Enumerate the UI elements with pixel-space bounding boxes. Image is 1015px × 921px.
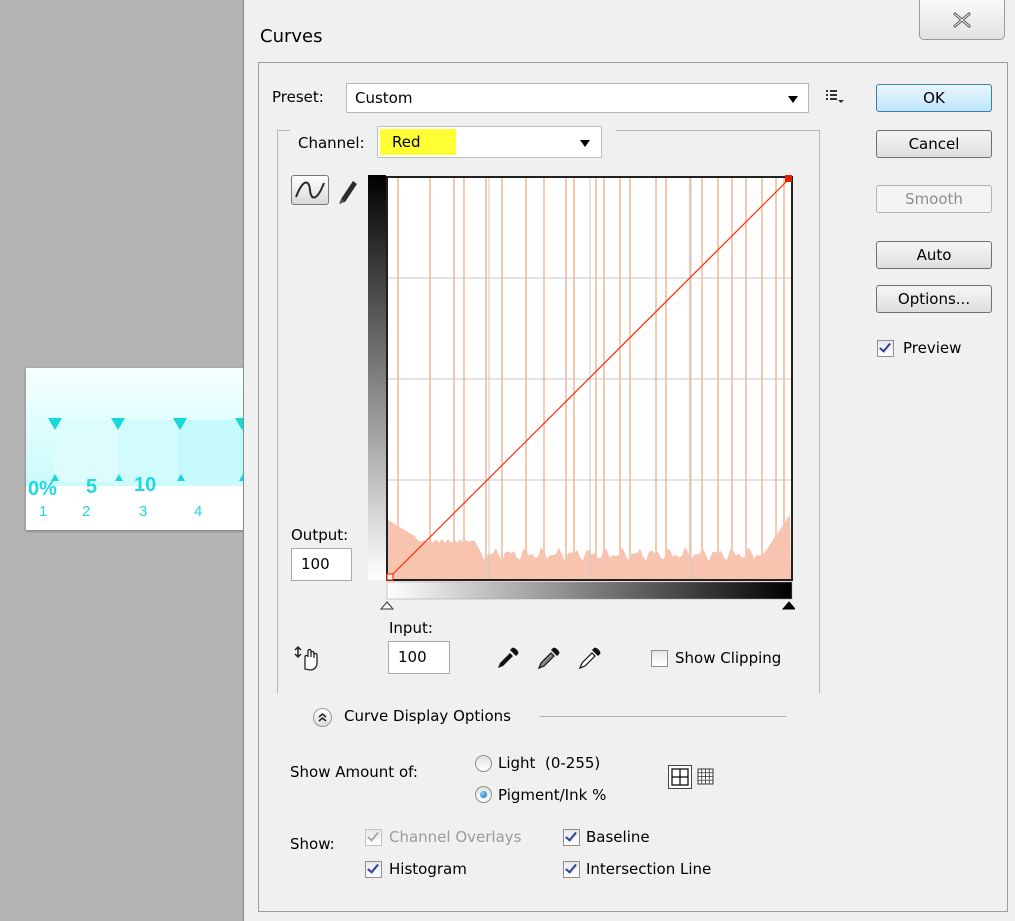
intersection-line-checkbox[interactable] [563, 861, 580, 878]
cancel-button[interactable]: Cancel [876, 130, 992, 158]
cancel-button-label: Cancel [908, 135, 960, 153]
auto-button[interactable]: Auto [876, 241, 992, 269]
index-label: 2 [82, 503, 91, 520]
options-button[interactable]: Options... [876, 285, 992, 313]
chevron-down-icon [788, 96, 798, 103]
ok-button[interactable]: OK [876, 84, 992, 112]
grid-4x4-icon [671, 768, 689, 786]
grid-10x10-icon[interactable] [696, 767, 716, 787]
close-x-icon [953, 12, 971, 27]
show-label: Show: [290, 835, 335, 853]
show-clipping-label: Show Clipping [675, 649, 782, 667]
dialog-title: Curves [260, 26, 323, 47]
input-gradient-bar [386, 581, 793, 600]
channel-label: Channel: [298, 134, 365, 152]
swatch-1 [54, 420, 118, 482]
black-eyedropper-icon[interactable] [496, 646, 520, 670]
marker-up-icon [115, 474, 123, 481]
show-clipping-checkbox[interactable] [651, 650, 668, 667]
preview-label: Preview [903, 339, 962, 357]
input-field[interactable]: 100 [388, 641, 450, 674]
input-label: Input: [389, 619, 433, 637]
preset-label: Preset: [272, 88, 324, 106]
channel-value: Red [392, 133, 421, 151]
collapse-toggle[interactable] [313, 708, 332, 727]
curve-endpoint-black[interactable] [386, 573, 394, 581]
swatch-2 [118, 420, 178, 482]
output-value: 100 [301, 555, 330, 573]
options-button-label: Options... [897, 290, 971, 308]
swatch-3 [178, 420, 240, 482]
preview-checkbox[interactable] [877, 340, 894, 357]
simple-grid-button[interactable] [668, 765, 692, 789]
ok-button-label: OK [923, 89, 945, 107]
curve-display-options-label: Curve Display Options [344, 707, 511, 725]
intersection-line-label: Intersection Line [586, 860, 712, 878]
gray-eyedropper-icon[interactable] [537, 646, 561, 670]
preset-dropdown[interactable]: Custom [346, 83, 809, 113]
background-document: 0% 5 10 1 2 3 4 [26, 368, 266, 530]
baseline-checkbox[interactable] [563, 829, 580, 846]
pigment-radio[interactable] [475, 786, 492, 803]
preset-options-menu-icon[interactable] [826, 90, 846, 104]
marker-up-icon [177, 474, 185, 481]
light-label: Light (0-255) [498, 754, 601, 772]
section-divider [540, 716, 786, 717]
targeted-adjustment-hand-icon[interactable] [294, 645, 324, 673]
histogram-label: Histogram [389, 860, 467, 878]
input-value: 100 [398, 648, 427, 666]
curve-point-tool[interactable] [291, 175, 329, 205]
channel-overlays-checkbox[interactable] [365, 829, 382, 846]
white-eyedropper-icon[interactable] [578, 646, 602, 670]
output-gradient-bar [368, 175, 386, 580]
auto-button-label: Auto [916, 246, 952, 264]
index-label: 4 [194, 503, 203, 520]
smooth-button[interactable]: Smooth [876, 185, 992, 213]
white-point-slider[interactable] [379, 601, 395, 610]
curve-endpoint-white[interactable] [785, 175, 792, 182]
percent-label: 0% [28, 478, 57, 500]
output-label: Output: [291, 526, 349, 544]
chevron-down-icon [580, 140, 590, 147]
light-radio[interactable] [475, 755, 492, 772]
channel-overlays-label: Channel Overlays [389, 828, 522, 846]
histogram-checkbox[interactable] [365, 861, 382, 878]
curves-graph[interactable] [368, 175, 795, 615]
curve-wave-icon [295, 181, 325, 199]
percent-label: 5 [86, 476, 98, 498]
percent-label: 10 [134, 474, 157, 496]
black-point-slider[interactable] [781, 601, 795, 610]
chevron-double-up-icon [318, 713, 327, 722]
index-label: 3 [139, 503, 148, 520]
channel-dropdown[interactable]: Red [377, 126, 602, 158]
close-button[interactable] [919, 0, 1005, 40]
show-amount-label: Show Amount of: [290, 763, 418, 781]
pigment-label: Pigment/Ink % [498, 786, 607, 804]
marker-down-icon [48, 418, 62, 430]
pencil-icon[interactable] [335, 175, 361, 205]
output-field[interactable]: 100 [291, 548, 352, 581]
index-label: 1 [39, 503, 48, 520]
marker-down-icon [111, 418, 125, 430]
baseline-label: Baseline [586, 828, 650, 846]
preset-value: Custom [355, 89, 413, 107]
marker-down-icon [173, 418, 187, 430]
smooth-button-label: Smooth [905, 190, 963, 208]
